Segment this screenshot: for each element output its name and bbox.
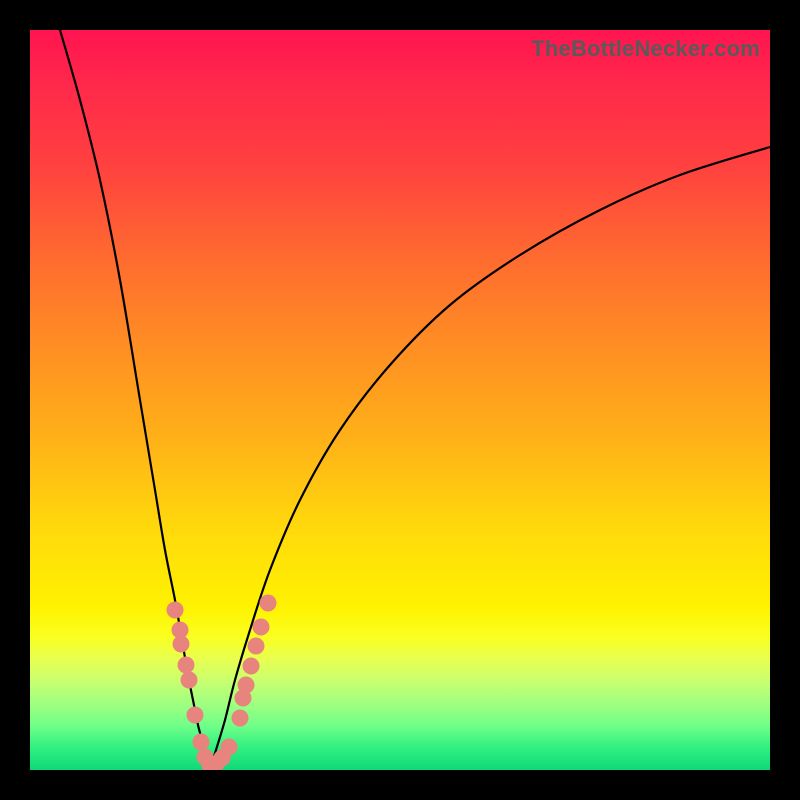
chart-svg [30,30,770,770]
data-dot [221,739,238,756]
data-dot [232,710,249,727]
chart-frame: TheBottleNecker.com [0,0,800,800]
data-dot [187,707,204,724]
data-dots [167,595,277,771]
data-dot [238,677,255,694]
data-dot [248,638,265,655]
data-dot [253,619,270,636]
data-dot [260,595,277,612]
curve-right [210,147,770,770]
data-dot [173,636,190,653]
data-dot [193,734,210,751]
plot-area: TheBottleNecker.com [30,30,770,770]
data-dot [181,672,198,689]
data-dot [178,657,195,674]
data-dot [167,602,184,619]
data-dot [243,658,260,675]
